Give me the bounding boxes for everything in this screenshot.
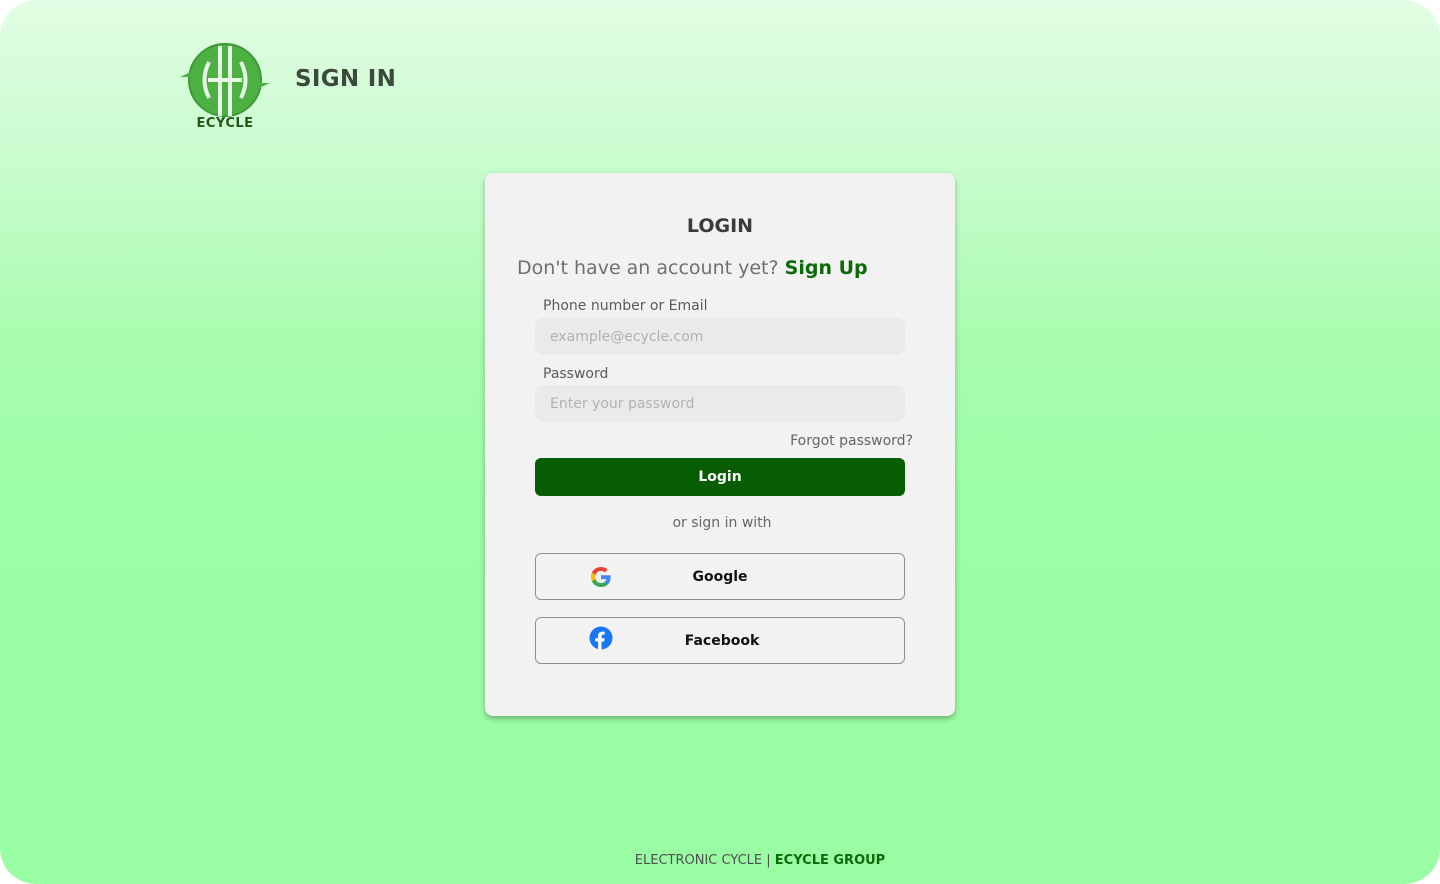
signup-link[interactable]: Sign Up [785, 257, 868, 279]
card-title: LOGIN [686, 215, 754, 237]
signup-prompt-text: Don't have an account yet? [517, 257, 779, 279]
footer-left-text: ELECTRONIC CYCLE [634, 853, 763, 868]
signup-prompt-row: Don't have an account yet? Sign Up [517, 257, 868, 279]
footer: ELECTRONIC CYCLE | ECYCLE GROUP [0, 853, 1440, 868]
google-signin-button[interactable]: Google [535, 553, 905, 600]
footer-brand-text: ECYCLE GROUP [774, 853, 886, 868]
page-background: ECYCLE SIGN IN LOGIN Don't have an accou… [0, 0, 1440, 884]
facebook-signin-button[interactable]: Facebook [535, 617, 905, 664]
footer-separator: | [762, 853, 775, 868]
login-button[interactable]: Login [535, 458, 905, 496]
login-card: LOGIN Don't have an account yet? Sign Up… [485, 173, 955, 716]
facebook-button-label: Facebook [684, 632, 760, 649]
email-label: Phone number or Email [543, 298, 708, 314]
google-button-label: Google [692, 568, 748, 585]
or-sign-in-with-text: or sign in with [672, 515, 772, 531]
logo-wordmark: ECYCLE [196, 116, 254, 131]
password-label: Password [543, 366, 609, 382]
email-field[interactable] [535, 318, 905, 355]
page-title: SIGN IN [295, 66, 397, 92]
password-field[interactable] [535, 385, 905, 422]
forgot-password-link[interactable]: Forgot password? [790, 433, 913, 449]
